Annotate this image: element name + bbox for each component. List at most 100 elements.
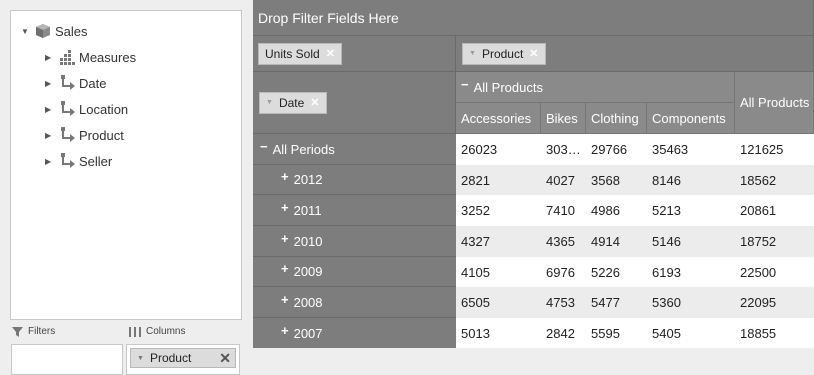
data-row: 6505 4753 5477 5360 22095 [456,287,814,318]
expand-toggle-icon[interactable]: + [281,292,289,307]
row-header-year[interactable]: + 2009 [253,257,456,287]
tree-node-date[interactable]: ▶ Date [45,75,106,91]
data-cell[interactable]: 6505 [456,287,541,318]
sort-arrow-icon[interactable]: ▼ [266,99,273,106]
data-cell[interactable]: 5146 [647,226,735,257]
chip-label: Product [149,351,192,365]
remove-icon[interactable]: ✕ [310,96,319,109]
data-cell[interactable]: 29766 [586,134,647,165]
data-cell[interactable]: 18855 [735,318,814,348]
date-row-chip[interactable]: ▼ Date ✕ [259,91,327,114]
data-cell[interactable]: 18562 [735,165,814,195]
data-cell[interactable]: 4365 [541,226,586,257]
column-group-all-products[interactable]: − All Products [456,72,735,103]
data-cell[interactable]: 22095 [735,287,814,318]
expand-arrow-icon[interactable]: ▶ [45,53,55,62]
row-header-label: 2010 [293,233,323,249]
data-cell[interactable]: 4027 [541,165,586,195]
column-header-label: All Products [740,95,810,110]
expand-arrow-icon[interactable]: ▶ [45,131,55,140]
remove-icon[interactable]: ✕ [326,47,335,60]
data-cell[interactable]: 6193 [647,257,735,287]
data-row: 26023 303… 29766 35463 121625 [456,134,814,165]
row-header-all-periods[interactable]: − All Periods [253,134,456,165]
tree-node-sales[interactable]: ▼ Sales [21,23,88,39]
data-cell[interactable]: 3568 [586,165,647,195]
expand-toggle-icon[interactable]: + [281,200,289,215]
data-cell[interactable]: 121625 [735,134,814,165]
expand-arrow-icon[interactable]: ▶ [45,79,55,88]
data-cell[interactable]: 22500 [735,257,814,287]
expand-toggle-icon[interactable]: + [281,323,289,338]
units-sold-chip[interactable]: Units Sold ✕ [258,42,342,65]
filter-icon [12,326,23,337]
row-header-year[interactable]: + 2008 [253,287,456,318]
drop-filter-area[interactable]: Drop Filter Fields Here [253,0,814,36]
remove-icon[interactable]: ✕ [529,47,538,60]
data-cell[interactable]: 5213 [647,195,735,226]
data-cell[interactable]: 5595 [586,318,647,348]
data-cell[interactable]: 303… [541,134,586,165]
row-fields-area: ▼ Date ✕ [253,72,456,134]
row-header-year[interactable]: + 2010 [253,226,456,257]
column-header-clothing[interactable]: Clothing [586,103,647,134]
collapse-arrow-icon[interactable]: ▼ [21,27,31,36]
column-header-bikes[interactable]: Bikes [541,103,586,134]
data-cell[interactable]: 4914 [586,226,647,257]
columns-label-text: Columns [146,326,186,337]
data-cell[interactable]: 3252 [456,195,541,226]
cube-icon [35,23,53,39]
column-header-components[interactable]: Components [647,103,735,134]
column-header-all-products[interactable]: All Products [735,72,814,134]
tree-node-seller[interactable]: ▶ Seller [45,153,112,169]
expand-toggle-icon[interactable]: + [281,169,289,184]
product-column-chip[interactable]: ▼ Product ✕ [462,42,546,65]
tree-node-label: Date [79,75,107,91]
data-cell[interactable]: 7410 [541,195,586,226]
filters-drop-zone[interactable] [11,344,123,375]
collapse-toggle-icon[interactable]: − [260,139,268,154]
data-cell[interactable]: 5360 [647,287,735,318]
row-header-year[interactable]: + 2011 [253,195,456,226]
column-header-label: Components [652,110,726,126]
tree-node-label: Product [79,127,124,143]
data-cell[interactable]: 4753 [541,287,586,318]
data-cell[interactable]: 4105 [456,257,541,287]
data-cell[interactable]: 4986 [586,195,647,226]
column-header-label: Clothing [591,110,639,126]
chip-label: Product [481,46,524,61]
hierarchy-icon [59,153,77,169]
expand-toggle-icon[interactable]: + [281,261,289,276]
expand-arrow-icon[interactable]: ▶ [45,105,55,114]
sort-arrow-icon[interactable]: ▼ [137,355,144,362]
row-header-year[interactable]: + 2012 [253,165,456,195]
columns-drop-zone[interactable]: ▼ Product ✕ [126,344,240,375]
data-cell[interactable]: 5013 [456,318,541,348]
data-cell[interactable]: 18752 [735,226,814,257]
collapse-toggle-icon[interactable]: − [461,77,469,92]
remove-icon[interactable]: ✕ [219,350,231,367]
column-header-accessories[interactable]: Accessories [456,103,541,134]
data-cell[interactable]: 2842 [541,318,586,348]
expand-toggle-icon[interactable]: + [281,231,289,246]
data-cell[interactable]: 26023 [456,134,541,165]
data-cell[interactable]: 5226 [586,257,647,287]
data-cell[interactable]: 8146 [647,165,735,195]
tree-node-location[interactable]: ▶ Location [45,101,128,117]
data-cell[interactable]: 5477 [586,287,647,318]
column-fields-area: ▼ Product ✕ [456,36,814,72]
data-cell[interactable]: 35463 [647,134,735,165]
data-cell[interactable]: 4327 [456,226,541,257]
row-header-year[interactable]: + 2007 [253,318,456,348]
sort-arrow-icon[interactable]: ▼ [469,50,476,57]
columns-product-chip[interactable]: ▼ Product ✕ [130,348,236,368]
field-list-tree[interactable]: ▼ Sales ▶ Measures ▶ Date ▶ Location ▶ P… [10,10,242,320]
data-cell[interactable]: 6976 [541,257,586,287]
expand-arrow-icon[interactable]: ▶ [45,157,55,166]
data-row: 4105 6976 5226 6193 22500 [456,257,814,287]
data-cell[interactable]: 20861 [735,195,814,226]
tree-node-measures[interactable]: ▶ Measures [45,49,136,65]
tree-node-product[interactable]: ▶ Product [45,127,124,143]
data-cell[interactable]: 2821 [456,165,541,195]
data-cell[interactable]: 5405 [647,318,735,348]
